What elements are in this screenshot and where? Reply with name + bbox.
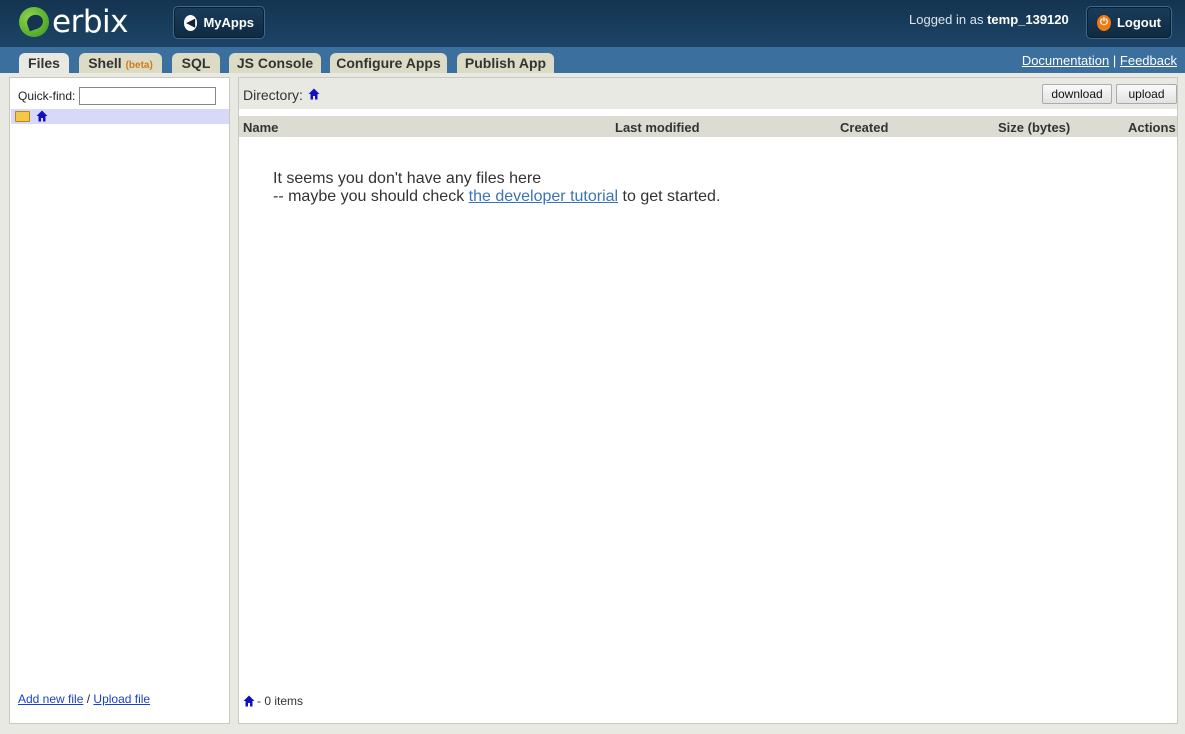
tab-shell[interactable]: Shell (beta) xyxy=(79,53,162,73)
item-count: - 0 items xyxy=(257,694,304,708)
home-icon[interactable] xyxy=(308,88,320,100)
empty-line-1: It seems you don't have any files here xyxy=(273,170,542,187)
file-actions-separator: / xyxy=(86,692,91,706)
empty-line-2-suffix: to get started. xyxy=(622,188,721,205)
tab-bar: Files Shell (beta) SQL JS Console Config… xyxy=(0,47,1185,73)
directory-label: Directory: xyxy=(243,87,303,103)
file-actions: Add new file / Upload file xyxy=(18,692,150,706)
power-icon: ⏻ xyxy=(1097,14,1111,31)
file-tree-panel: Quick-find: Add new file / Upload file xyxy=(9,77,230,724)
tab-js-console-label: JS Console xyxy=(236,55,314,71)
quickfind-input[interactable] xyxy=(79,87,216,105)
upload-button[interactable]: upload xyxy=(1116,84,1177,104)
logo-text: erbix xyxy=(52,4,128,40)
developer-tutorial-link[interactable]: the developer tutorial xyxy=(469,188,618,205)
tab-publish-app-label: Publish App xyxy=(464,55,547,71)
logout-label: Logout xyxy=(1116,15,1161,30)
tab-sql-label: SQL xyxy=(181,55,211,71)
file-list-panel: Directory: download upload Name Last mod… xyxy=(238,77,1178,724)
arrow-left-icon: ◀ xyxy=(184,14,198,31)
tab-js-console[interactable]: JS Console xyxy=(229,53,321,73)
logged-in-prefix: Logged in as xyxy=(909,12,984,27)
tree-root-row[interactable] xyxy=(11,109,229,124)
home-icon[interactable] xyxy=(243,695,255,707)
directory-bar: Directory: download upload xyxy=(239,78,1177,109)
tab-files-label: Files xyxy=(28,55,60,71)
upload-file-link[interactable]: Upload file xyxy=(93,692,150,706)
myapps-button[interactable]: ◀ MyApps xyxy=(173,6,265,39)
add-new-file-link[interactable]: Add new file xyxy=(18,692,83,706)
documentation-link[interactable]: Documentation xyxy=(1022,53,1109,68)
tab-sql[interactable]: SQL xyxy=(172,53,220,73)
column-actions: Actions xyxy=(1128,120,1176,135)
tab-configure-apps[interactable]: Configure Apps xyxy=(330,53,447,73)
column-size[interactable]: Size (bytes) xyxy=(998,120,1070,135)
leaf-logo-icon xyxy=(19,7,49,37)
empty-state-message: It seems you don't have any files here -… xyxy=(273,170,720,206)
tab-files[interactable]: Files xyxy=(19,53,69,73)
directory-status: - 0 items xyxy=(243,694,303,708)
top-links: Documentation | Feedback xyxy=(1022,53,1177,68)
app-header: erbix ◀ MyApps Logged in as temp_139120 … xyxy=(0,0,1185,47)
folder-open-icon xyxy=(15,111,30,122)
tab-shell-label: Shell xyxy=(88,55,122,71)
home-icon xyxy=(36,110,48,122)
empty-line-2-prefix: -- maybe you should check xyxy=(273,188,465,205)
quickfind-label: Quick-find: xyxy=(18,89,76,103)
tab-publish-app[interactable]: Publish App xyxy=(457,53,554,73)
link-separator: | xyxy=(1112,53,1117,68)
column-last-modified[interactable]: Last modified xyxy=(615,120,700,135)
column-created[interactable]: Created xyxy=(840,120,888,135)
download-button[interactable]: download xyxy=(1042,84,1112,104)
tab-configure-apps-label: Configure Apps xyxy=(336,55,441,71)
file-table-header: Name Last modified Created Size (bytes) … xyxy=(239,116,1177,137)
logged-in-status: Logged in as temp_139120 xyxy=(909,12,1069,27)
feedback-link[interactable]: Feedback xyxy=(1120,53,1177,68)
beta-badge: (beta) xyxy=(125,60,153,71)
empty-line-2: -- maybe you should check the developer … xyxy=(273,188,720,206)
column-name[interactable]: Name xyxy=(243,120,278,135)
username: temp_139120 xyxy=(987,12,1069,27)
logout-button[interactable]: ⏻ Logout xyxy=(1086,6,1172,39)
erbix-logo[interactable]: erbix xyxy=(19,5,128,39)
myapps-label: MyApps xyxy=(203,15,254,30)
